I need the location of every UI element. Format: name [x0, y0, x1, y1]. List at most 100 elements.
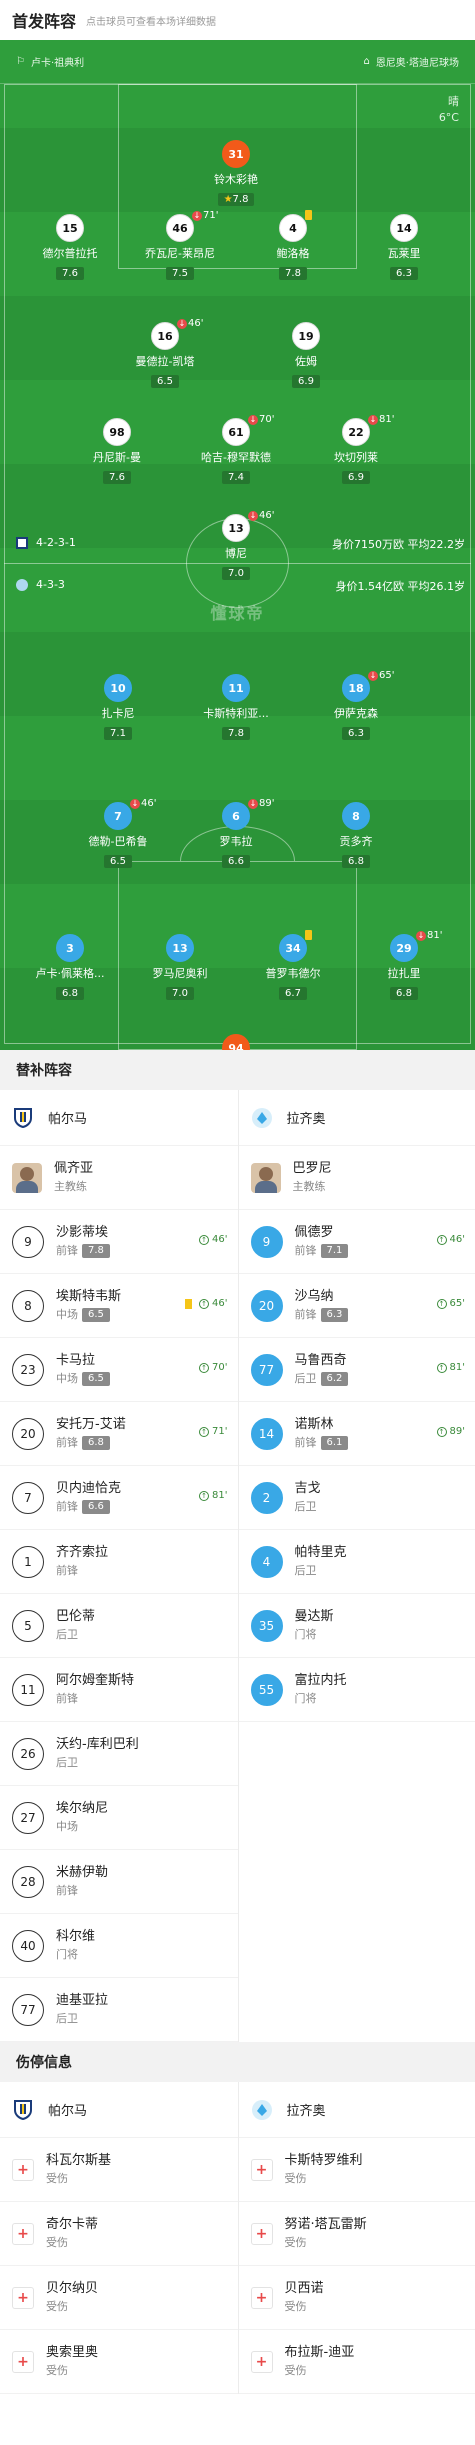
- injury-status: 受伤: [46, 2363, 68, 2377]
- pitch-player[interactable]: 34 普罗韦德尔 6.7: [243, 930, 343, 1000]
- home-formation-value: 4-2-3-1: [36, 536, 76, 549]
- yellow-card-icon: [305, 930, 312, 940]
- player-rating: 6.7: [279, 987, 307, 1000]
- player-name: 安托万-艾诺: [56, 1416, 126, 1432]
- player-name: 卡斯特罗维利: [284, 2152, 363, 2168]
- sub-minute: 46': [212, 1298, 228, 1309]
- injured-player-row[interactable]: + 奇尔卡蒂 受伤: [0, 2202, 238, 2266]
- sub-player-row[interactable]: 23 卡马拉 中场 6.5 ↑ 70': [0, 1338, 238, 1402]
- pitch-player[interactable]: 98 丹尼斯-曼 7.6: [67, 418, 167, 484]
- parma-crest-icon: [16, 536, 28, 549]
- injured-player-row[interactable]: + 科瓦尔斯基 受伤: [0, 2138, 238, 2202]
- player-rating: 6.2: [320, 1371, 349, 1386]
- away-age: 平均26.1岁: [407, 580, 466, 593]
- pitch-player[interactable]: 3 卢卡·佩莱格... 6.8: [20, 934, 120, 1000]
- pitch-player[interactable]: 8 贡多齐 6.8: [306, 802, 406, 868]
- home-team-name: 帕尔马: [48, 1112, 88, 1127]
- sub-minute: 46': [188, 318, 204, 329]
- pitch-player[interactable]: 94普罗韦德尔6.1: [186, 1034, 286, 1050]
- injured-player-row[interactable]: + 努诺·塔瓦雷斯 受伤: [238, 2202, 475, 2266]
- sub-player-row[interactable]: 77 迪基亚拉 后卫: [0, 1978, 238, 2042]
- sub-player-row[interactable]: 7 贝内迪恰克 前锋 6.6 ↑ 81': [0, 1466, 238, 1530]
- away-injury-team-row: 拉齐奥: [238, 2082, 475, 2138]
- injury-icon: +: [12, 2350, 34, 2373]
- sub-player-row[interactable]: 5 巴伦蒂 后卫: [0, 1594, 238, 1658]
- sub-player-row[interactable]: 9 沙影蒂埃 前锋 7.8 ↑ 46': [0, 1210, 238, 1274]
- star-icon: ★: [223, 194, 233, 205]
- pitch-player[interactable]: 16 曼德拉-凯塔 6.5 ↓ 46': [115, 318, 215, 388]
- sub-minute: 65': [379, 670, 395, 681]
- player-rating: 7.6: [103, 471, 131, 484]
- player-rating: 6.3: [320, 1307, 349, 1322]
- pitch-player[interactable]: 11 卡斯特利亚... 7.8: [186, 674, 286, 740]
- pitch-player[interactable]: 7 德勒-巴希鲁 6.5 ↓ 46': [68, 798, 168, 868]
- player-rating: 6.5: [82, 1371, 110, 1386]
- sub-player-row[interactable]: 28 米赫伊勒 前锋: [0, 1850, 238, 1914]
- sub-player-row[interactable]: 1 齐齐索拉 前锋: [0, 1530, 238, 1594]
- sub-player-row[interactable]: 9 佩德罗 前锋 7.1 ↑ 46': [238, 1210, 475, 1274]
- sub-player-row[interactable]: 55 富拉内托 门将: [238, 1658, 475, 1722]
- jersey-number: 4: [279, 214, 307, 242]
- home-coach-row[interactable]: 佩齐亚 主教练: [0, 1146, 238, 1210]
- away-team-row[interactable]: 拉齐奥: [238, 1090, 475, 1146]
- player-rating: 7.0: [166, 987, 194, 1000]
- sub-player-row[interactable]: 35 曼达斯 门将: [238, 1594, 475, 1658]
- pitch-player[interactable]: 13 博尼 7.0 ↓ 46': [186, 510, 286, 580]
- sub-minute: 89': [449, 1426, 465, 1437]
- injured-player-row[interactable]: + 贝尔纳贝 受伤: [0, 2266, 238, 2330]
- injured-player-row[interactable]: + 贝西诺 受伤: [238, 2266, 475, 2330]
- player-rating: 6.8: [82, 1435, 110, 1450]
- player-name: 曼达斯: [294, 1608, 334, 1624]
- pitch: ⚐ 卢卡·祖典利 ⌂ 恩尼奥·塔迪尼球场 晴 6°C 懂球帝 4-2-3-1 身价7…: [0, 40, 475, 1050]
- pitch-player[interactable]: 31 铃木彩艳 ★7.8: [186, 140, 286, 206]
- pitch-player[interactable]: 14 瓦莱里 6.3: [354, 214, 454, 280]
- pitch-player[interactable]: 61 哈吉-穆罕默德 7.4 ↓ 70': [186, 414, 286, 484]
- player-rating: 6.5: [104, 855, 132, 868]
- sub-out-icon: ↓: [416, 930, 426, 941]
- sub-out-icon: ↓: [248, 510, 258, 521]
- pitch-player[interactable]: 15 德尔普拉托 7.6: [20, 214, 120, 280]
- home-injury-team-row: 帕尔马: [0, 2082, 238, 2138]
- pitch-player[interactable]: 13 罗马尼奥利 7.0: [130, 934, 230, 1000]
- sub-player-row[interactable]: 20 安托万-艾诺 前锋 6.8 ↑ 71': [0, 1402, 238, 1466]
- rating-value: 7.6: [109, 472, 125, 483]
- sub-player-row[interactable]: 40 科尔维 门将: [0, 1914, 238, 1978]
- pitch-player[interactable]: 22 坎切列莱 6.9 ↓ 81': [306, 414, 406, 484]
- player-event: ↓ 65': [368, 670, 394, 681]
- player-position: 前锋: [56, 1243, 78, 1257]
- player-name: 布拉斯-迪亚: [284, 2344, 355, 2360]
- pitch-player[interactable]: 29 拉扎里 6.8 ↓ 81': [354, 930, 454, 1000]
- coach-role: 主教练: [54, 1179, 87, 1193]
- pitch-player[interactable]: 18 伊萨克森 6.3 ↓ 65': [306, 670, 406, 740]
- away-coach-row[interactable]: 巴罗尼 主教练: [238, 1146, 475, 1210]
- injured-player-row[interactable]: + 奥索里奥 受伤: [0, 2330, 238, 2394]
- player-rating: 7.8: [279, 267, 307, 280]
- sub-player-row[interactable]: 4 帕特里克 后卫: [238, 1530, 475, 1594]
- player-position: 后卫: [56, 1755, 78, 1769]
- pitch-player[interactable]: 4 鲍洛格 7.8: [243, 210, 343, 280]
- pitch-player[interactable]: 19 佐姆 6.9: [256, 322, 356, 388]
- weather-condition: 晴: [448, 95, 459, 108]
- pitch-player[interactable]: 10 扎卡尼 7.1: [68, 674, 168, 740]
- home-team-row[interactable]: 帕尔马: [0, 1090, 238, 1146]
- sub-player-row[interactable]: 2 吉戈 后卫: [238, 1466, 475, 1530]
- sub-minute: 46': [259, 510, 275, 521]
- player-rating: 6.6: [82, 1499, 110, 1514]
- injured-player-row[interactable]: + 卡斯特罗维利 受伤: [238, 2138, 475, 2202]
- sub-player-row[interactable]: 11 阿尔姆奎斯特 前锋: [0, 1658, 238, 1722]
- sub-player-row[interactable]: 14 诺斯林 前锋 6.1 ↑ 89': [238, 1402, 475, 1466]
- sub-player-row[interactable]: 77 马鲁西奇 后卫 6.2 ↑ 81': [238, 1338, 475, 1402]
- pitch-player[interactable]: 6 罗韦拉 6.6 ↓ 89': [186, 798, 286, 868]
- injury-status: 受伤: [284, 2363, 307, 2377]
- sub-player-row[interactable]: 26 沃约-库利巴利 后卫: [0, 1722, 238, 1786]
- sub-player-row[interactable]: 8 埃斯特韦斯 中场 6.5 ↑ 46': [0, 1274, 238, 1338]
- sub-minute: 81': [427, 930, 443, 941]
- jersey-number: 3: [56, 934, 84, 962]
- sub-player-row[interactable]: 20 沙乌纳 前锋 6.3 ↑ 65': [238, 1274, 475, 1338]
- sub-player-row[interactable]: 27 埃尔纳尼 中场: [0, 1786, 238, 1850]
- injured-player-row[interactable]: + 布拉斯-迪亚 受伤: [238, 2330, 475, 2394]
- sub-in-icon: ↑: [199, 1362, 210, 1373]
- sub-minute: 65': [449, 1298, 465, 1309]
- pitch-player[interactable]: 46 乔瓦尼-莱昂尼 7.5 ↓ 71': [130, 210, 230, 280]
- player-name: 佐姆: [295, 355, 317, 368]
